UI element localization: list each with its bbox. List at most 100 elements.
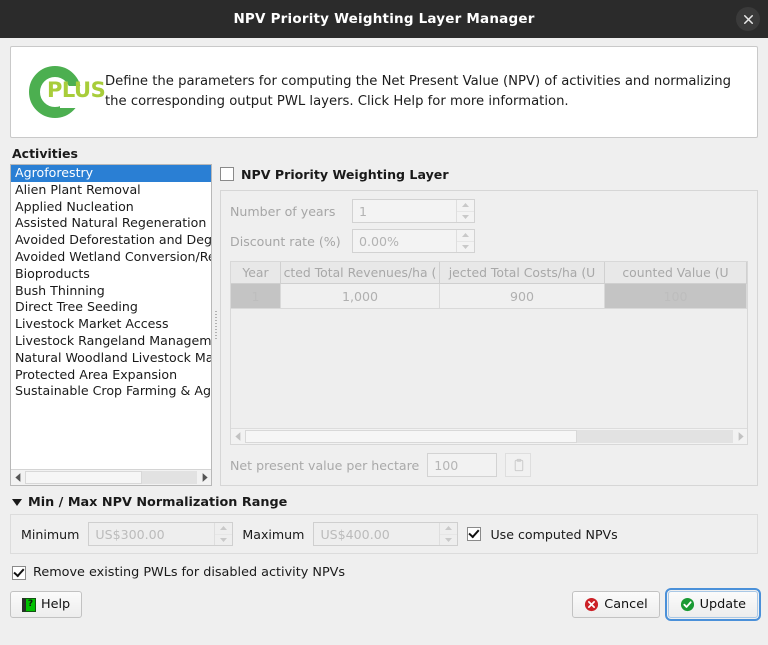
npv-parameters-group: Number of years 1 Discount rate (%) 0.00…	[220, 190, 758, 486]
npv-per-hectare-row: Net present value per hectare 100	[230, 453, 748, 477]
scroll-left-icon[interactable]	[11, 471, 25, 484]
npv-table-empty-body	[231, 309, 747, 428]
list-item[interactable]: Avoided Wetland Conversion/Restoration	[11, 249, 211, 266]
discount-rate-value: 0.00%	[359, 233, 400, 249]
hscroll-thumb[interactable]	[245, 430, 577, 443]
scroll-right-icon[interactable]	[733, 430, 747, 443]
column-header-costs[interactable]: jected Total Costs/ha (U	[440, 262, 605, 284]
years-value: 1	[359, 203, 368, 219]
dialog-content: PLUS Define the parameters for computing…	[0, 38, 768, 645]
use-computed-npvs-label: Use computed NPVs	[490, 526, 618, 542]
minimum-spin-buttons[interactable]	[214, 523, 233, 546]
spin-up-icon[interactable]	[440, 523, 458, 535]
activities-list-items[interactable]: Agroforestry Alien Plant Removal Applied N…	[11, 165, 211, 469]
normalization-title: Min / Max NPV Normalization Range	[28, 495, 288, 510]
check-circle-icon	[680, 597, 694, 612]
spin-up-icon[interactable]	[457, 230, 474, 242]
list-item[interactable]: Applied Nucleation	[11, 199, 211, 216]
hscroll-thumb[interactable]	[25, 471, 142, 484]
npv-per-hectare-label: Net present value per hectare	[230, 457, 420, 473]
update-button-label: Update	[699, 597, 746, 612]
logo-plus-text: PLUS	[47, 78, 106, 102]
list-item[interactable]: Alien Plant Removal	[11, 182, 211, 199]
main-split-area: Agroforestry Alien Plant Removal Applied N…	[10, 164, 758, 486]
npv-table[interactable]: Year cted Total Revenues/ha ( jected Tot…	[230, 261, 748, 445]
discount-rate-spin-buttons[interactable]	[456, 230, 474, 252]
close-icon[interactable]	[736, 7, 760, 31]
minimum-value: US$300.00	[95, 526, 165, 542]
list-item[interactable]: Protected Area Expansion	[11, 367, 211, 384]
years-spinbox[interactable]: 1	[352, 199, 475, 223]
years-label: Number of years	[230, 203, 336, 219]
hscroll-track[interactable]	[25, 471, 197, 484]
help-button-label: Help	[41, 597, 71, 612]
use-computed-npvs-checkbox[interactable]	[467, 527, 482, 541]
update-button[interactable]: Update	[664, 588, 762, 621]
cancel-button-label: Cancel	[604, 597, 648, 612]
list-item[interactable]: Bush Thinning	[11, 283, 211, 300]
discount-rate-spinbox[interactable]: 0.00%	[352, 229, 475, 253]
scroll-left-icon[interactable]	[231, 430, 245, 443]
normalization-group: Minimum US$300.00 Maximum US$400.00 Use …	[10, 514, 758, 554]
list-item[interactable]: Direct Tree Seeding	[11, 299, 211, 316]
activities-label: Activities	[12, 146, 78, 161]
cplus-logo-icon: PLUS	[25, 62, 106, 122]
column-header-revenues[interactable]: cted Total Revenues/ha (	[281, 262, 440, 284]
chevron-down-icon	[12, 499, 22, 506]
npv-enable-checkbox[interactable]	[220, 167, 234, 181]
list-item[interactable]: Bioproducts	[11, 266, 211, 283]
spin-down-icon[interactable]	[440, 535, 457, 546]
discount-rate-row: Discount rate (%) 0.00%	[230, 229, 748, 253]
panel-splitter[interactable]	[212, 164, 220, 486]
npv-enable-row[interactable]: NPV Priority Weighting Layer	[220, 164, 758, 184]
hscroll-track[interactable]	[245, 430, 733, 443]
npv-table-hscrollbar[interactable]	[231, 428, 747, 444]
list-item[interactable]: Natural Woodland Livestock Management	[11, 350, 211, 367]
cell-discounted-value: 100	[605, 284, 747, 309]
title-bar: NPV Priority Weighting Layer Manager	[0, 0, 768, 38]
activities-hscrollbar[interactable]	[11, 469, 211, 485]
spin-down-icon[interactable]	[215, 535, 232, 546]
maximum-spinbox[interactable]: US$400.00	[313, 522, 459, 546]
cell-revenues[interactable]: 1,000	[281, 284, 440, 309]
years-row: Number of years 1	[230, 199, 748, 223]
minimum-spinbox[interactable]: US$300.00	[88, 522, 234, 546]
scroll-right-icon[interactable]	[197, 471, 211, 484]
spin-up-icon[interactable]	[215, 523, 233, 535]
remove-pwls-checkbox[interactable]	[12, 565, 26, 580]
info-banner: PLUS Define the parameters for computing…	[10, 46, 758, 138]
list-item[interactable]: Livestock Rangeland Management	[11, 333, 211, 350]
discount-rate-label: Discount rate (%)	[230, 233, 341, 249]
cell-year: 1	[231, 284, 281, 309]
spin-down-icon[interactable]	[457, 212, 474, 223]
window-title: NPV Priority Weighting Layer Manager	[233, 11, 535, 27]
minimum-label: Minimum	[21, 526, 80, 542]
cell-costs[interactable]: 900	[440, 284, 605, 309]
copy-icon[interactable]	[505, 453, 532, 477]
npv-enable-label: NPV Priority Weighting Layer	[241, 166, 449, 182]
help-icon: ?	[22, 597, 36, 612]
table-row[interactable]: 1 1,000 900 100	[231, 284, 747, 309]
help-button[interactable]: ? Help	[10, 591, 83, 618]
normalization-section-toggle[interactable]: Min / Max NPV Normalization Range	[12, 495, 758, 510]
years-spin-buttons[interactable]	[456, 200, 474, 222]
spin-up-icon[interactable]	[457, 200, 474, 212]
maximum-spin-buttons[interactable]	[439, 523, 458, 546]
column-header-discounted-value[interactable]: counted Value (U	[605, 262, 747, 284]
activities-list[interactable]: Agroforestry Alien Plant Removal Applied N…	[10, 164, 212, 486]
npv-manager-window: NPV Priority Weighting Layer Manager PLU…	[0, 0, 768, 645]
remove-pwls-row[interactable]: Remove existing PWLs for disabled activi…	[12, 565, 758, 580]
list-item[interactable]: Assisted Natural Regeneration	[11, 215, 211, 232]
spin-down-icon[interactable]	[457, 242, 474, 253]
npv-per-hectare-input[interactable]: 100	[427, 453, 498, 477]
maximum-label: Maximum	[242, 526, 305, 542]
banner-description: Define the parameters for computing the …	[105, 73, 732, 109]
list-item[interactable]: Livestock Market Access	[11, 316, 211, 333]
cancel-icon	[585, 597, 599, 612]
column-header-year[interactable]: Year	[231, 262, 281, 284]
cancel-button[interactable]: Cancel	[572, 591, 660, 618]
list-item[interactable]: Agroforestry	[11, 165, 211, 182]
list-item[interactable]: Avoided Deforestation and Degradation	[11, 232, 211, 249]
list-item[interactable]: Sustainable Crop Farming & Agroforestry	[11, 383, 211, 400]
splitter-handle-icon	[215, 311, 217, 339]
